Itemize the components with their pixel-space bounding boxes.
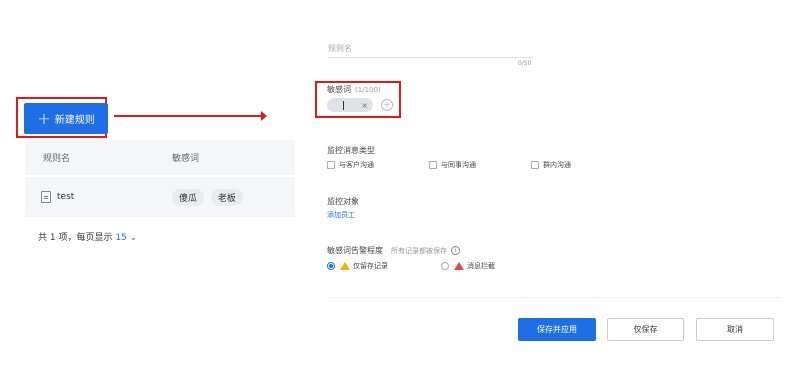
checkbox-box[interactable]: [327, 161, 335, 169]
word-tag: 傻瓜: [172, 188, 205, 206]
checkbox-customer[interactable]: 与客户沟通: [327, 160, 429, 170]
rule-name-count: 0/50: [518, 60, 532, 67]
cancel-button[interactable]: 取消: [696, 318, 774, 341]
new-rule-button[interactable]: + 新建规则: [24, 103, 108, 134]
info-icon[interactable]: i: [451, 246, 460, 255]
alert-level-hint: 所有记录都被保存: [391, 246, 447, 255]
checkbox-colleague[interactable]: 与同事沟通: [429, 160, 531, 170]
monitor-target-label: 监控对象: [327, 197, 359, 206]
column-header-rule-name: 规则名: [43, 154, 71, 164]
add-staff-link[interactable]: 添加员工: [327, 210, 355, 220]
checkbox-box[interactable]: [531, 161, 539, 169]
checkbox-box[interactable]: [429, 161, 437, 169]
danger-icon: [454, 262, 464, 270]
rule-name-cell: test: [25, 191, 172, 203]
block-label: 消息拦截: [467, 262, 495, 270]
chevron-down-icon[interactable]: ⌄: [130, 233, 138, 243]
alert-level-label: 敏感词告警程度 所有记录都被保存 i: [327, 245, 460, 256]
text-cursor: [343, 100, 344, 110]
add-word-icon[interactable]: +: [381, 99, 393, 111]
sensitive-words-label: 敏感词 (1/100): [327, 85, 381, 94]
rule-name-input[interactable]: 规则名: [328, 43, 352, 54]
radio-record-only[interactable]: [327, 262, 335, 270]
message-type-checkboxes: 与客户沟通 与同事沟通 群内沟通: [327, 160, 571, 170]
sensitive-count: (1/100): [355, 86, 381, 94]
save-only-button[interactable]: 仅保存: [607, 318, 684, 341]
pagination: 共 1 项，每页显示 15 ⌄: [38, 230, 137, 243]
checkbox-group[interactable]: 群内沟通: [531, 160, 571, 170]
sensitive-words-cell: 傻瓜 老板: [172, 188, 247, 206]
warning-icon: [340, 262, 350, 270]
rule-name-text: test: [57, 192, 75, 202]
page-size-select[interactable]: 15: [115, 233, 126, 243]
table-header: 规则名 敏感词: [25, 140, 295, 175]
radio-block[interactable]: [441, 262, 449, 270]
document-icon: [41, 191, 51, 203]
word-tag: 老板: [210, 188, 243, 206]
save-apply-button[interactable]: 保存并应用: [518, 318, 596, 341]
plus-icon: +: [37, 108, 51, 128]
alert-level-options: 仅留存记录 消息拦截: [327, 261, 495, 271]
pagination-summary: 共 1 项，每页显示: [38, 233, 113, 243]
table-row[interactable]: test 傻瓜 老板: [25, 177, 295, 217]
rule-name-underline: [328, 57, 533, 58]
record-only-label: 仅留存记录: [353, 262, 388, 270]
column-header-sensitive-words: 敏感词: [172, 154, 200, 164]
rules-table: 规则名 敏感词 test 傻瓜 老板: [25, 140, 295, 217]
divider: [327, 297, 782, 298]
arrow-icon: [114, 111, 267, 121]
sensitive-word-input[interactable]: ×: [327, 98, 373, 112]
clear-icon[interactable]: ×: [361, 101, 368, 110]
new-rule-label: 新建规则: [54, 115, 95, 126]
message-type-label: 监控消息类型: [327, 146, 375, 155]
